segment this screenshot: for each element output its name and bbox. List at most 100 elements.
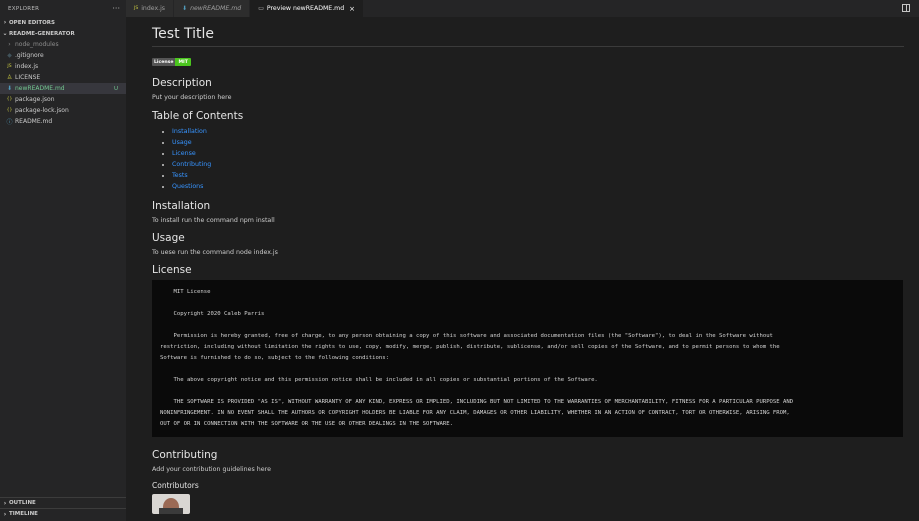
markdown-preview: Test Title License MIT Description Put y… — [152, 17, 904, 514]
json-file-icon: {} — [6, 97, 13, 102]
folder-chevron-icon: › — [8, 41, 11, 48]
file-tree: › node_modules ◆ .gitignore JS index.js ♙ LICEN… — [0, 39, 126, 127]
license-code-block: MIT License Copyright 2020 Caleb Parris … — [152, 279, 903, 437]
preview-icon: ▭ — [258, 5, 264, 12]
explorer-title: EXPLORER — [8, 5, 40, 12]
editor-tab-bar: JS index.js ⬇ newREADME.md ▭ Preview newREADM… — [126, 0, 919, 17]
project-folder-label: README-GENERATOR — [9, 30, 75, 37]
toc-link[interactable]: Tests — [172, 172, 188, 179]
timeline-section[interactable]: › TIMELINE — [0, 508, 126, 519]
tab-label: newREADME.md — [190, 5, 242, 12]
editor-tab[interactable]: ▭ Preview newREADME.md × — [250, 0, 364, 17]
code-line: Copyright 2020 Caleb Parris — [160, 310, 265, 317]
description-text: Put your description here — [152, 93, 232, 101]
code-line: Permission is hereby granted, free of ch… — [160, 332, 773, 339]
toc-list: Installation Usage License Contributing Test… — [172, 126, 904, 192]
file-item[interactable]: ♙ LICENSE — [0, 72, 126, 83]
toc-item: Contributing — [172, 159, 904, 170]
toc-section: Table of Contents Installation Usage Licen… — [152, 110, 904, 192]
license-badge-label: License — [152, 58, 176, 66]
close-icon[interactable]: × — [349, 5, 355, 13]
markdown-file-icon: ⬇ — [182, 5, 188, 12]
file-item-label: .gitignore — [15, 52, 44, 59]
license-section: License MIT License Copyright 2020 Caleb… — [152, 264, 904, 437]
file-item-label: LICENSE — [15, 74, 41, 81]
code-line: MIT License — [160, 288, 211, 295]
file-item[interactable]: › node_modules — [0, 39, 126, 50]
chevron-right-icon: › — [3, 510, 7, 518]
toc-link[interactable]: Contributing — [172, 161, 211, 168]
toc-item: Tests — [172, 170, 904, 181]
editor-tab[interactable]: JS index.js — [126, 0, 175, 17]
toc-heading: Table of Contents — [152, 109, 244, 122]
installation-text: To install run the command npm install — [152, 216, 275, 224]
usage-section: Usage To uese run the command node index… — [152, 232, 904, 256]
code-line: restriction, including without limitatio… — [160, 343, 780, 350]
installation-section: Installation To install run the command … — [152, 200, 904, 224]
usage-text: To uese run the command node index.js — [152, 248, 278, 256]
description-heading: Description — [152, 76, 212, 89]
contributing-heading: Contributing — [152, 448, 218, 461]
description-section: Description Put your description here — [152, 77, 904, 101]
contributor-avatar[interactable] — [152, 493, 190, 514]
code-line: NONINFRINGEMENT. IN NO EVENT SHALL THE A… — [160, 409, 790, 416]
tab-list: JS index.js ⬇ newREADME.md ▭ Preview newREADM… — [126, 0, 364, 17]
license-badge: License MIT — [152, 58, 191, 66]
project-folder-section[interactable]: ⌄ README-GENERATOR — [0, 28, 126, 39]
editor-tab[interactable]: ⬇ newREADME.md — [174, 0, 251, 17]
toc-link[interactable]: Installation — [172, 128, 207, 135]
contributing-text: Add your contribution guidelines here — [152, 465, 271, 473]
contributing-section: Contributing Add your contribution guide… — [152, 449, 904, 514]
file-item-label: index.js — [15, 63, 39, 70]
outline-label: OUTLINE — [9, 500, 36, 506]
toc-item: Installation — [172, 126, 904, 137]
git-icon: ◆ — [7, 52, 12, 59]
file-item-label: node_modules — [15, 41, 59, 48]
tab-label: Preview newREADME.md — [266, 5, 345, 12]
page-title: Test Title — [152, 26, 904, 47]
file-item-label: package.json — [15, 96, 55, 103]
toc-link[interactable]: Usage — [172, 139, 192, 146]
toc-item: Questions — [172, 181, 904, 192]
file-item[interactable]: ◆ .gitignore — [0, 50, 126, 61]
chevron-right-icon: › — [3, 19, 7, 26]
file-item-label: package-lock.json — [15, 107, 69, 114]
code-line: THE SOFTWARE IS PROVIDED "AS IS", WITHOU… — [160, 398, 794, 405]
info-file-icon: ⓘ — [6, 119, 13, 126]
js-file-icon: JS — [134, 6, 139, 11]
code-line: Software is furnished to do so, subject … — [160, 354, 390, 361]
file-item[interactable]: ⬇ newREADME.md U — [0, 83, 126, 94]
explorer-sidebar: EXPLORER ··· › OPEN EDITORS ⌄ README-GEN… — [0, 0, 126, 521]
contributors-heading: Contributors — [152, 480, 199, 490]
license-heading: License — [152, 263, 192, 276]
toc-link[interactable]: Questions — [172, 183, 203, 190]
tab-label: index.js — [141, 5, 166, 12]
more-actions-icon[interactable]: ··· — [112, 4, 120, 13]
timeline-label: TIMELINE — [9, 511, 38, 517]
open-editors-label: OPEN EDITORS — [9, 19, 55, 26]
git-status-badge: U — [113, 85, 118, 92]
license-badge-value: MIT — [175, 58, 191, 66]
open-editors-section[interactable]: › OPEN EDITORS — [0, 17, 126, 28]
outline-section[interactable]: › OUTLINE — [0, 497, 126, 508]
toc-link[interactable]: License — [172, 150, 196, 157]
toc-item: License — [172, 148, 904, 159]
toc-item: Usage — [172, 137, 904, 148]
explorer-header: EXPLORER ··· — [0, 0, 126, 17]
code-line: OUT OF OR IN CONNECTION WITH THE SOFTWAR… — [160, 420, 453, 427]
file-item[interactable]: ⓘ README.md — [0, 116, 126, 127]
json-file-icon: {} — [6, 108, 13, 113]
split-editor-icon[interactable] — [902, 4, 910, 12]
code-line: The above copyright notice and this perm… — [160, 376, 598, 383]
file-item[interactable]: JS index.js — [0, 61, 126, 72]
file-item[interactable]: {} package-lock.json — [0, 105, 126, 116]
markdown-file-icon: ⬇ — [6, 85, 13, 92]
file-item[interactable]: {} package.json — [0, 94, 126, 105]
file-item-label: newREADME.md — [15, 85, 65, 92]
installation-heading: Installation — [152, 199, 211, 212]
js-file-icon: JS — [7, 64, 12, 69]
